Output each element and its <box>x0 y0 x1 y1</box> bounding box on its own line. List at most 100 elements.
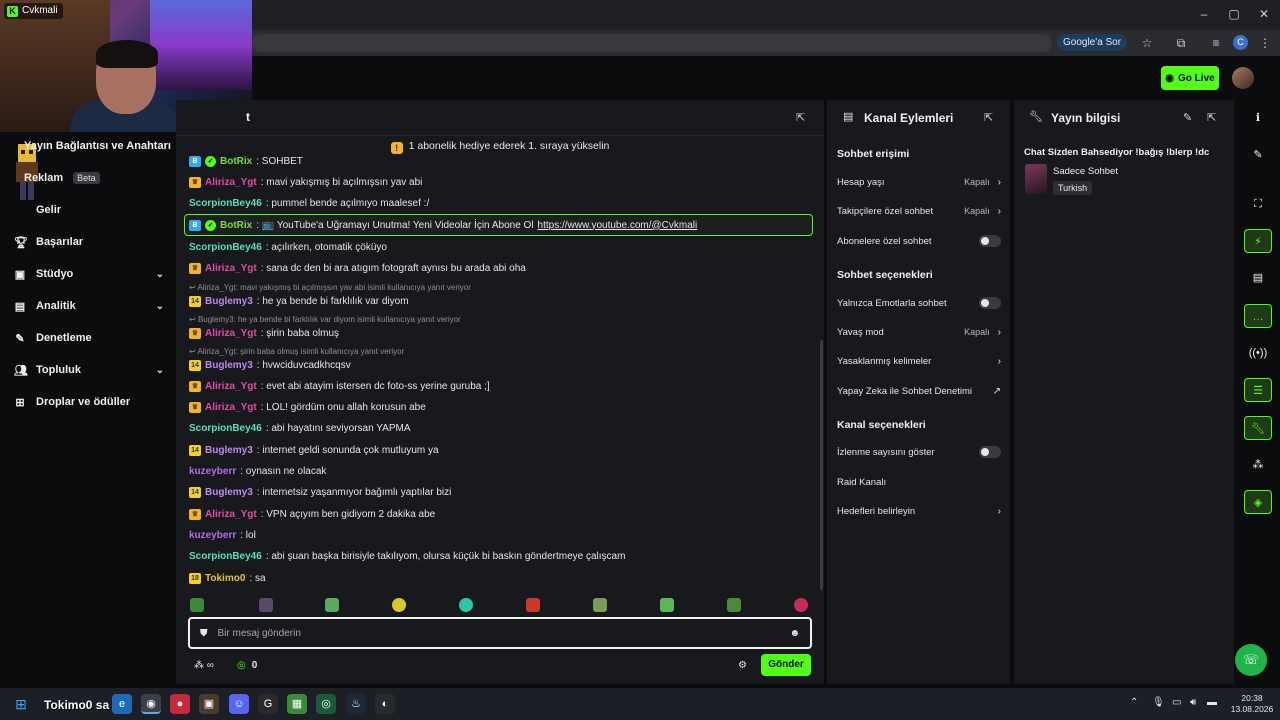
obs-icon[interactable]: ◐ <box>375 694 395 714</box>
chat-settings-icon[interactable]: ⚙ <box>738 656 747 674</box>
windows-start-icon[interactable]: ⊞ <box>11 694 31 714</box>
close-icon[interactable]: ✕ <box>1254 6 1274 22</box>
chat-input[interactable]: ⛊ Bir mesaj gönderin ☻ <box>188 617 812 649</box>
address-bar[interactable] <box>252 34 1052 52</box>
lightning-icon[interactable]: ⚡︎ <box>1244 229 1272 253</box>
chat-message[interactable]: ScorpionBey46: abi hayatını seviyorsan Y… <box>189 421 411 435</box>
chat-message[interactable]: ScorpionBey46: abi şuan başka birisiyle … <box>189 549 625 563</box>
option-followers-only[interactable]: Takipçilere özel sohbet Kapalı › <box>837 203 1001 219</box>
sidebar-item-moderation[interactable]: ✎ Denetleme <box>14 327 164 349</box>
sidebar-item-community[interactable]: 👥︎ Topluluk ⌄ <box>14 359 164 381</box>
chat-message[interactable]: ScorpionBey46: açılırken, otomatik çöküy… <box>189 240 387 254</box>
list-icon[interactable]: ☰ <box>1244 378 1272 402</box>
edge-icon[interactable]: e <box>112 694 132 714</box>
volume-icon[interactable]: 🔊︎ <box>1190 697 1196 708</box>
chat-users-icon[interactable]: ⁂ ∞ <box>194 656 214 674</box>
chat-bubble-icon[interactable]: … <box>1244 304 1272 328</box>
sidebar-item-ads[interactable]: Reklam Beta <box>24 167 174 189</box>
pinned-banner[interactable]: ! 1 abonelik hediye ederek 1. sıraya yüks… <box>176 136 824 156</box>
pencil-icon[interactable]: ✎ <box>1244 143 1272 167</box>
emote-icon[interactable] <box>392 598 406 612</box>
chat-username[interactable]: Aliriza_Ygt <box>205 263 257 274</box>
chat-username[interactable]: Buglemy3 <box>205 360 253 371</box>
chat-username[interactable]: ScorpionBey46 <box>189 423 262 434</box>
chat-username[interactable]: Buglemy3 <box>205 487 253 498</box>
emote-icon[interactable] <box>190 598 204 612</box>
broadcast-icon[interactable]: ((•)) <box>1244 341 1272 365</box>
app-green-icon[interactable]: ◎ <box>316 694 336 714</box>
subs-only-toggle[interactable] <box>979 235 1001 247</box>
chat-message[interactable]: B ✓ BotRix: SOHBET <box>189 154 303 168</box>
chat-username[interactable]: Aliriza_Ygt <box>205 381 257 392</box>
chat-message[interactable]: kuzeyberr: lol <box>189 528 256 542</box>
document-icon[interactable]: ▤ <box>1244 266 1272 290</box>
network-icon[interactable]: ▭ <box>1172 697 1181 708</box>
send-button[interactable]: Gönder <box>761 654 811 676</box>
sidebar-item-revenue[interactable]: Gelir <box>24 199 174 221</box>
users-icon[interactable]: ⁂ <box>1244 453 1272 477</box>
info-icon[interactable]: ℹ <box>1244 106 1272 130</box>
chat-username[interactable]: kuzeyberr <box>189 530 236 541</box>
go-live-button[interactable]: ◉ Go Live <box>1161 66 1219 90</box>
option-raid[interactable]: Raid Kanalı <box>837 474 1001 490</box>
emoji-icon[interactable]: ☻ <box>789 628 800 639</box>
emote-icon[interactable] <box>727 598 741 612</box>
sidebar-item-stream-key[interactable]: Yayın Bağlantısı ve Anahtarı <box>24 135 174 157</box>
chat-username[interactable]: ScorpionBey46 <box>189 198 262 209</box>
chat-message[interactable]: ♛ Aliriza_Ygt: VPN açıyım ben gidiyom 2 … <box>189 507 435 521</box>
app-g-icon[interactable]: G <box>258 694 278 714</box>
discord-icon[interactable]: ☺ <box>229 694 249 714</box>
sidebar-item-analytics[interactable]: ▤ Analitik ⌄ <box>14 295 164 317</box>
more-menu-icon[interactable]: ⋮ <box>1256 34 1274 52</box>
user-avatar[interactable] <box>1232 67 1254 89</box>
chat-message[interactable]: ♛ Aliriza_Ygt: mavi yakışmış bi açılmışs… <box>189 175 422 189</box>
google-ask-chip[interactable]: Google'a Sor <box>1057 34 1128 51</box>
media-icon[interactable]: ≡ <box>1207 34 1225 52</box>
chat-username[interactable]: Buglemy3 <box>205 296 253 307</box>
emote-icon[interactable] <box>526 598 540 612</box>
popout-icon[interactable]: ⇱ <box>1207 111 1216 124</box>
category-name[interactable]: Sadece Sohbet <box>1053 166 1118 177</box>
emote-icon[interactable] <box>660 598 674 612</box>
chat-message[interactable]: 14 Buglemy3: hvwciduvcadkhcqsv <box>189 358 351 372</box>
chat-username[interactable]: Aliriza_Ygt <box>205 177 257 188</box>
chat-message[interactable]: 14 Buglemy3: internet geldi sonunda çok … <box>189 443 439 457</box>
chat-username[interactable]: Buglemy3 <box>205 445 253 456</box>
battery-icon[interactable]: ▬ <box>1207 697 1217 708</box>
emote-icon[interactable] <box>459 598 473 612</box>
profile-avatar[interactable]: C <box>1233 35 1248 50</box>
fullscreen-icon[interactable]: ⛶ <box>1244 192 1272 216</box>
chat-message-highlighted[interactable]: B ✓ BotRix: 📺 YouTube'a Uğramayı Unutma!… <box>189 218 697 232</box>
option-goals[interactable]: Hedefleri belirleyin › <box>837 503 1001 519</box>
minecraft-icon[interactable]: ▦ <box>287 694 307 714</box>
chat-message[interactable]: kuzeyberr: oynasın ne olacak <box>189 464 326 478</box>
chat-username[interactable]: Aliriza_Ygt <box>205 328 257 339</box>
youtube-link[interactable]: https://www.youtube.com/@Cvkmali <box>538 220 698 231</box>
popout-icon[interactable]: ⇱ <box>984 111 993 124</box>
edit-icon[interactable]: ✎ <box>1183 111 1192 124</box>
wrench-icon[interactable]: 🔧︎ <box>1244 416 1272 440</box>
chrome-icon[interactable]: ◉ <box>141 694 161 714</box>
points-counter[interactable]: ◎ 0 <box>237 656 257 674</box>
option-ai-moderation[interactable]: Yapay Zeka ile Sohbet Denetimi ↗ <box>837 383 1001 399</box>
chat-message[interactable]: ScorpionBey46: pummel bende açılmıyo maa… <box>189 196 429 210</box>
chat-message[interactable]: ♛ Aliriza_Ygt: LOL! gördüm onu allah kor… <box>189 400 426 414</box>
chat-username[interactable]: Aliriza_Ygt <box>205 402 257 413</box>
emote-icon[interactable] <box>794 598 808 612</box>
chat-message[interactable]: ♛ Aliriza_Ygt: sana dc den bi ara atıgım… <box>189 261 526 275</box>
chat-username[interactable]: Aliriza_Ygt <box>205 509 257 520</box>
emote-icon[interactable] <box>593 598 607 612</box>
chat-message[interactable]: ♛ Aliriza_Ygt: şirin baba olmuş <box>189 326 339 340</box>
steam-icon[interactable]: ♨ <box>346 694 366 714</box>
sidebar-item-drops[interactable]: ⊞ Droplar ve ödüller <box>14 391 164 413</box>
diamond-icon[interactable]: ◈ <box>1244 490 1272 514</box>
star-icon[interactable]: ☆ <box>1138 34 1156 52</box>
system-clock[interactable]: 20:38 13.08.2026 <box>1228 693 1276 715</box>
microphone-icon[interactable]: 🎙︎ <box>1152 697 1165 708</box>
option-slow-mode[interactable]: Yavaş mod Kapalı › <box>837 324 1001 340</box>
extensions-icon[interactable]: ⧉ <box>1172 34 1190 52</box>
chat-message[interactable]: ♛ Aliriza_Ygt: evet abi atayim istersen … <box>189 379 490 393</box>
help-icon[interactable]: ☏ <box>1235 644 1267 676</box>
chat-message[interactable]: 14 Buglemy3: he ya bende bi farklılık va… <box>189 294 409 308</box>
language-tag[interactable]: Turkish <box>1053 181 1093 195</box>
